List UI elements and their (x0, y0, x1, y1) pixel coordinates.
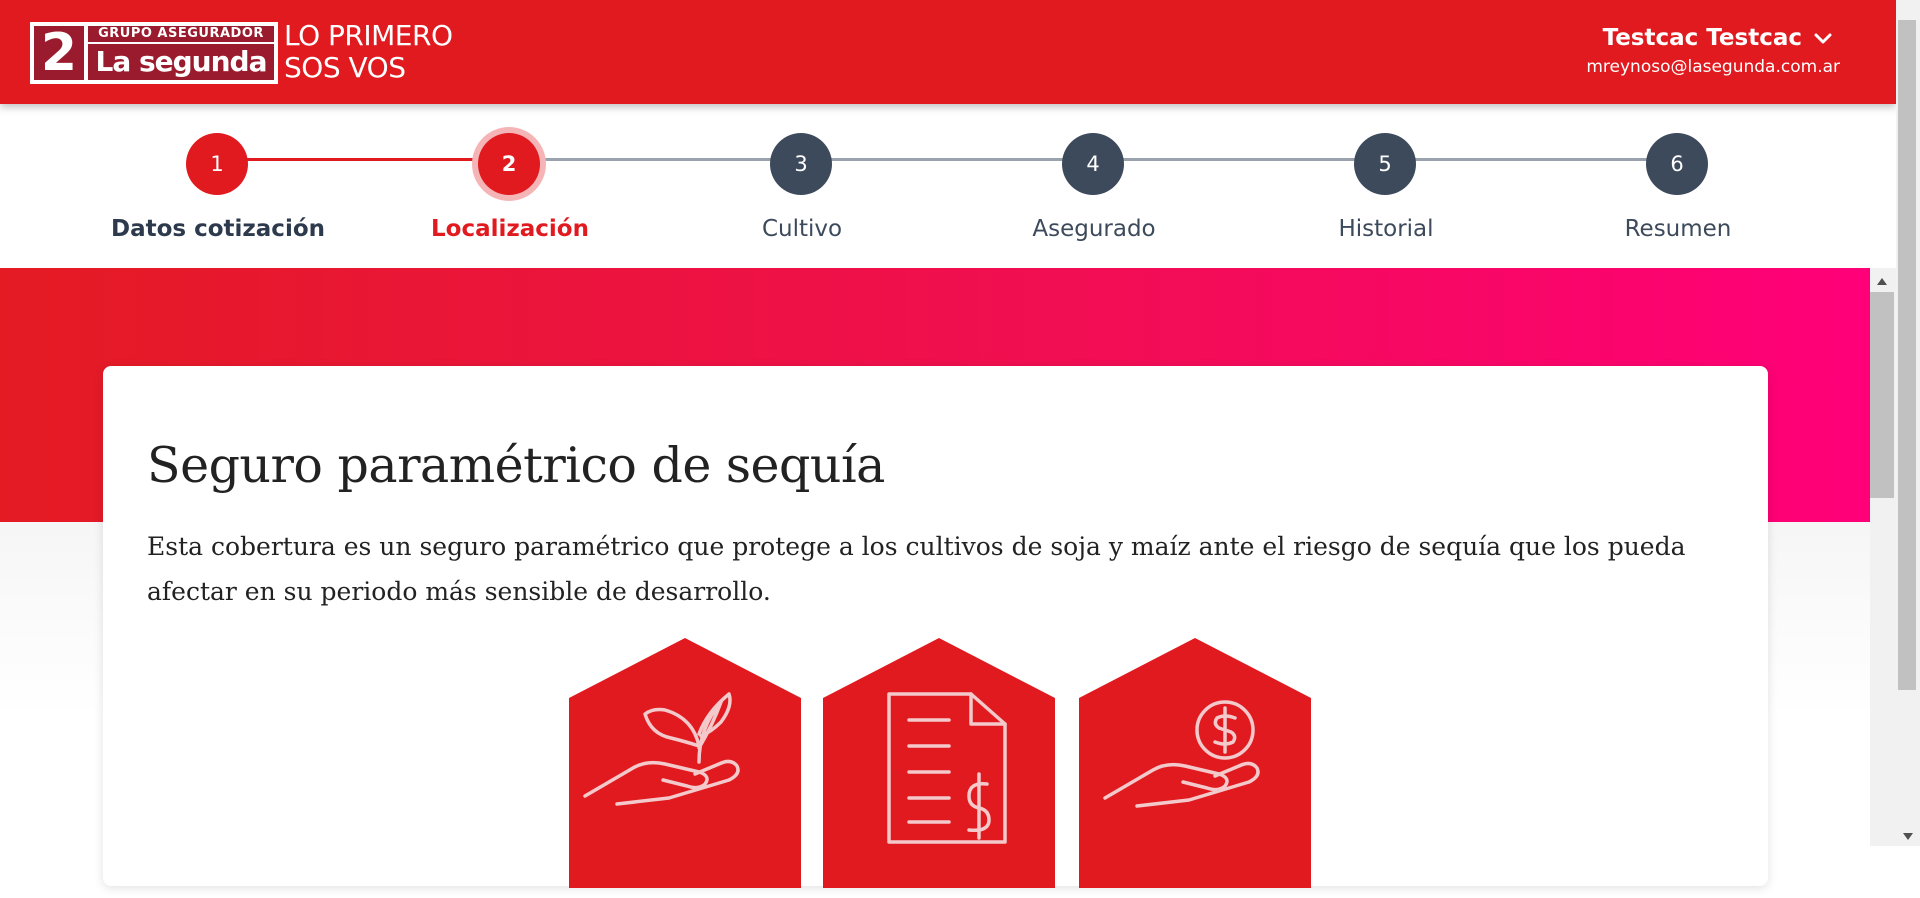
logo-brand-text: La segunda (88, 44, 274, 80)
coverage-description: Esta cobertura es un seguro paramétrico … (147, 532, 1686, 606)
logo-mark: 2 (34, 26, 84, 80)
top-header: 2 GRUPO ASEGURADOR La segunda LO PRIMERO… (0, 0, 1896, 104)
step-label: Resumen (1624, 216, 1732, 242)
logo-top-text: GRUPO ASEGURADOR (88, 26, 274, 42)
step-5[interactable]: 5 Historial (1240, 130, 1532, 250)
content-card: Seguro paramétrico de sequía Esta cobert… (103, 366, 1768, 888)
scroll-up-arrow-icon[interactable] (1870, 272, 1894, 292)
step-2[interactable]: 2 Localización (364, 130, 656, 250)
step-label: Cultivo (761, 216, 843, 242)
chevron-down-icon[interactable] (1812, 28, 1834, 50)
user-email: mreynoso@lasegunda.com.ar (1586, 57, 1840, 77)
step-1[interactable]: 1 Datos cotización (72, 130, 364, 250)
window-scrollbar-thumb[interactable] (1898, 20, 1916, 690)
tagline-line-2: SOS VOS (284, 51, 406, 84)
invoice-document-icon (823, 638, 1055, 888)
feature-icons (569, 638, 1311, 898)
brand-tagline: LO PRIMERO SOS VOS (284, 19, 453, 84)
step-number: 2 (478, 133, 540, 195)
step-label: Localización (431, 216, 589, 242)
step-number: 1 (186, 133, 248, 195)
step-3[interactable]: 3 Cultivo (656, 130, 948, 250)
step-label: Historial (1338, 216, 1434, 242)
page-title: Seguro paramétrico de sequía (147, 437, 885, 494)
step-number: 4 (1062, 133, 1124, 195)
la-segunda-logo[interactable]: 2 GRUPO ASEGURADOR La segunda (30, 22, 278, 84)
step-4[interactable]: 4 Asegurado (948, 130, 1240, 250)
progress-stepper: 1 Datos cotización 2 Localización 3 Cult… (0, 104, 1896, 268)
step-label: Datos cotización (110, 216, 326, 242)
tagline-line-1: LO PRIMERO (284, 19, 453, 52)
page-scrollbar-thumb[interactable] (1870, 292, 1894, 498)
step-number: 6 (1646, 133, 1708, 195)
plant-in-hand-icon (569, 638, 801, 888)
money-in-hand-icon (1079, 638, 1311, 888)
scroll-down-arrow-icon[interactable] (1896, 826, 1920, 846)
step-6[interactable]: 6 Resumen (1532, 130, 1824, 250)
user-menu-name[interactable]: Testcac Testcac (1603, 24, 1802, 52)
step-label: Asegurado (1032, 216, 1156, 242)
step-number: 3 (770, 133, 832, 195)
step-number: 5 (1354, 133, 1416, 195)
